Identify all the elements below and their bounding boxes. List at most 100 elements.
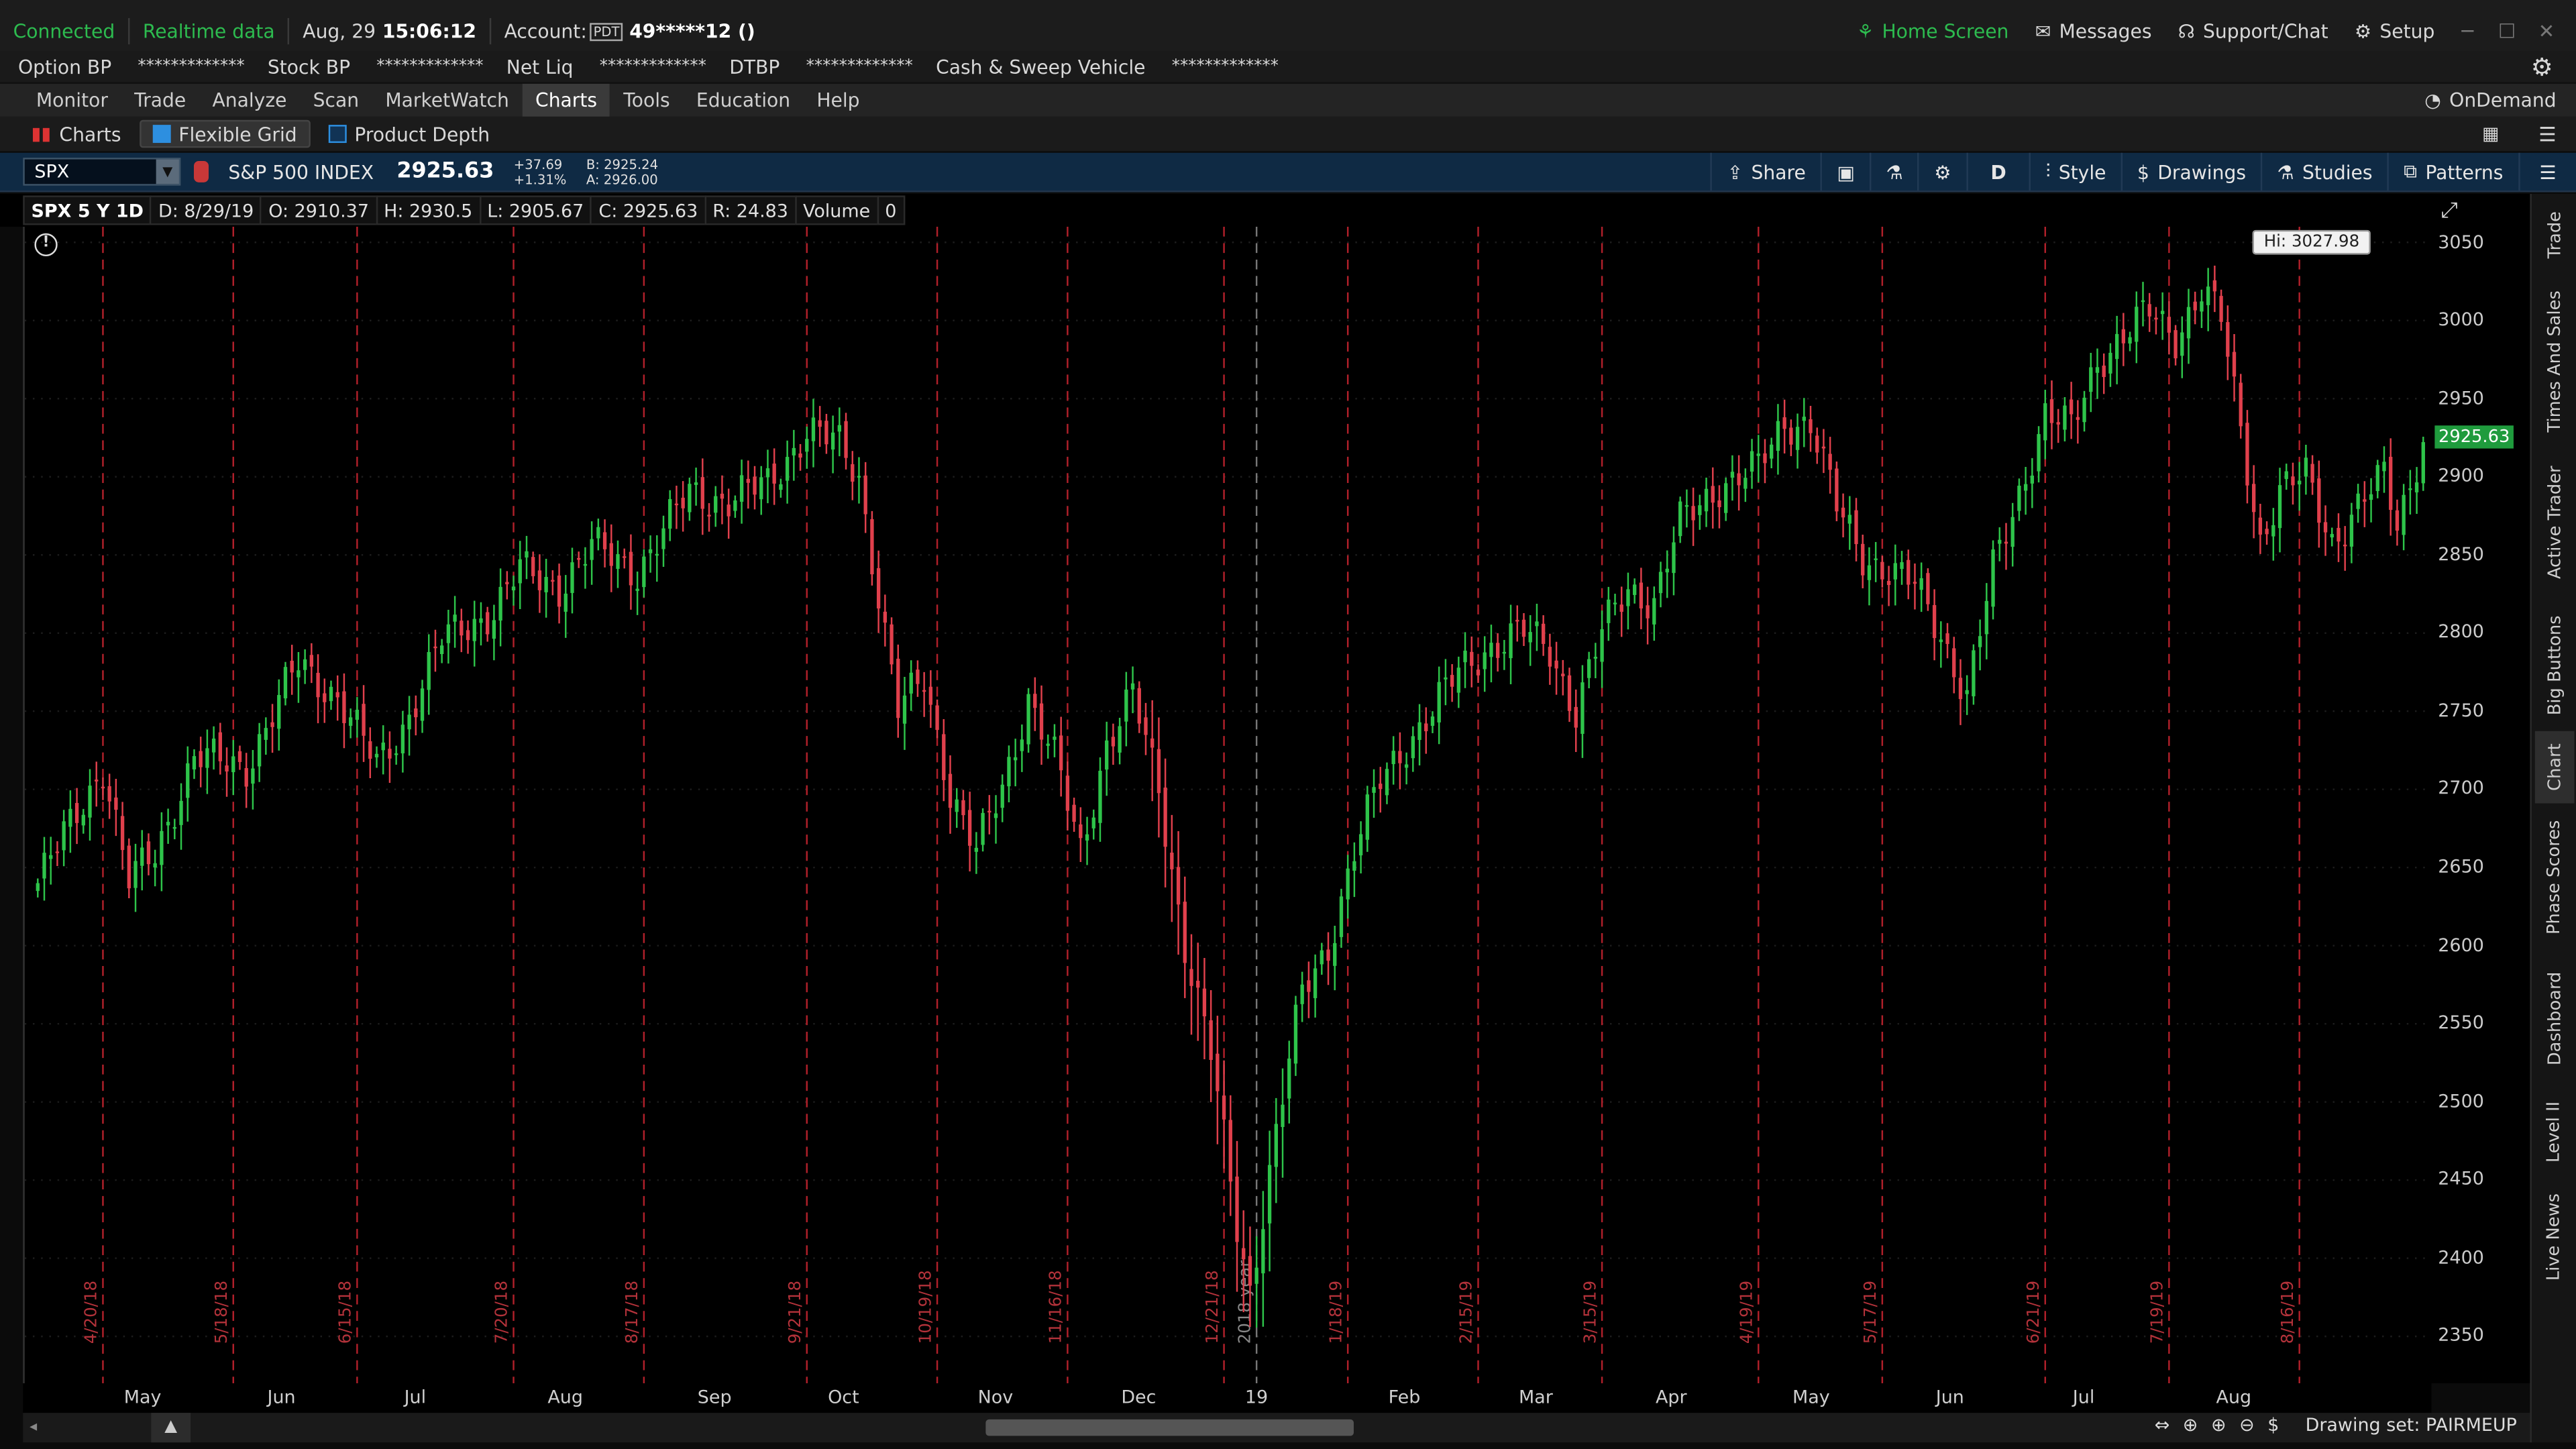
candle-body [1521, 619, 1526, 637]
minimize-button[interactable]: ─ [2448, 19, 2487, 42]
share-button[interactable]: ⇪ Share [1711, 152, 1821, 191]
subtab-charts[interactable]: ▮▮ Charts [19, 120, 132, 148]
rail-tab-chart[interactable]: Chart [2534, 731, 2575, 804]
settings-gear-icon[interactable]: ⚙ [2531, 52, 2553, 81]
tab-marketwatch[interactable]: MarketWatch [372, 84, 523, 117]
candle-body [1274, 1124, 1278, 1167]
maximize-button[interactable]: ☐ [2487, 19, 2527, 42]
candle-body [1861, 543, 1865, 576]
rail-tab-active-trader[interactable]: Active Trader [2535, 447, 2575, 598]
candle-body [1528, 632, 1532, 643]
candle-body [1098, 771, 1102, 823]
candle-body [2135, 307, 2139, 342]
candlestick-plot[interactable]: 4/20/18 5/18/18 6/15/18 7/20/18 8/17/18 9/21/… [24, 226, 2433, 1384]
tab-charts[interactable]: Charts [522, 83, 610, 117]
drawing-set-icon[interactable]: $ [2267, 1415, 2279, 1436]
price-axis[interactable]: 3050 3000 2950 2900 2850 2800 2750 2700 2650 2600… [2431, 226, 2530, 1384]
candle-body [1900, 562, 1904, 570]
net-liq-label[interactable]: Net Liq [506, 55, 600, 78]
candle-body [2330, 534, 2334, 538]
month-tick-label: Jun [267, 1386, 296, 1408]
expiry-marker-label: 1/18/19 [1326, 1281, 1345, 1344]
candle-body [577, 557, 581, 560]
candle-body [2108, 352, 2112, 374]
ask-value: A: 2926.00 [586, 171, 658, 186]
patterns-button[interactable]: ⧉ Patterns [2387, 152, 2518, 191]
candle-body [355, 710, 360, 720]
flask-button[interactable]: ⚗ [1870, 152, 1918, 191]
price-tick-label: 2800 [2438, 621, 2484, 643]
symbol-input[interactable]: SPX ▼ [23, 158, 181, 186]
tab-scan[interactable]: Scan [300, 84, 372, 117]
close-button[interactable]: ✕ [2527, 19, 2567, 42]
candle-body [1039, 703, 1044, 740]
candle-body [492, 620, 496, 639]
chart-menu-button[interactable]: ☰ [2518, 152, 2576, 191]
info-icon[interactable]: ! [34, 233, 58, 257]
subtab-flexible-grid[interactable]: Flexible Grid [139, 119, 311, 148]
snapshot-button[interactable]: ▣ [1820, 152, 1870, 191]
candle-body [590, 539, 594, 560]
candle-body [1483, 652, 1487, 669]
candle-body [935, 705, 939, 731]
rail-tab-big-buttons[interactable]: Big Buttons [2535, 600, 2575, 731]
zoom-out-icon[interactable]: ⊖ [2239, 1415, 2255, 1436]
time-axis[interactable]: May Jun Jul Aug Sep Oct Nov Dec 19 Feb Mar Apr May Ju… [23, 1383, 2432, 1413]
messages-button[interactable]: ✉ Messages [2022, 19, 2165, 42]
candle-body [746, 478, 750, 483]
aggregation-button[interactable]: D [1966, 152, 2029, 191]
option-bp-label[interactable]: Option BP [0, 55, 138, 78]
tab-trade[interactable]: Trade [121, 84, 199, 117]
tab-tools[interactable]: Tools [610, 84, 684, 117]
chart-settings-button[interactable]: ⚙ [1917, 152, 1966, 191]
crosshair-icon[interactable]: ⊕ [2183, 1415, 2198, 1436]
data-mode[interactable]: Realtime data [129, 19, 288, 42]
studies-button[interactable]: ⚗ Studies [2261, 152, 2387, 191]
candle-body [1013, 757, 1018, 761]
tab-help[interactable]: Help [804, 84, 873, 117]
chevron-down-icon[interactable]: ▼ [156, 159, 179, 184]
chart-expand-icon[interactable]: ⤢ [2440, 198, 2457, 223]
layout-grid-icon[interactable]: ▦ [2482, 123, 2499, 145]
tab-monitor[interactable]: Monitor [23, 84, 121, 117]
scrollbar-thumb[interactable] [985, 1419, 1354, 1436]
scroll-left-icon[interactable]: ◂ [30, 1419, 37, 1436]
menu-icon[interactable]: ☰ [2538, 122, 2556, 145]
drawing-set-label[interactable]: Drawing set: PAIRMEUP [2306, 1415, 2517, 1436]
pan-icon[interactable]: ⇔ [2155, 1415, 2170, 1436]
rail-tab-phase-scores[interactable]: Phase Scores [2535, 805, 2575, 950]
candle-body [49, 855, 53, 859]
candle-body [368, 741, 372, 759]
rail-tab-live-news[interactable]: Live News [2535, 1183, 2575, 1291]
zoom-in-icon[interactable]: ⊕ [2211, 1415, 2226, 1436]
candle-body [257, 734, 262, 767]
time-scrollbar[interactable] [985, 1419, 1354, 1436]
tab-analyze[interactable]: Analyze [199, 84, 300, 117]
setup-button[interactable]: ⚙ Setup [2341, 19, 2448, 42]
subtab-product-depth[interactable]: Product Depth [317, 120, 501, 148]
candle-body [1007, 757, 1011, 787]
ondemand-button[interactable]: ◔ OnDemand [2424, 89, 2556, 111]
option-bp-value: ************* [138, 57, 245, 76]
candle-body [1222, 1095, 1226, 1120]
candle-body [851, 464, 855, 482]
candle-body [1854, 510, 1858, 545]
expand-panel-button[interactable]: ▲ [151, 1413, 191, 1443]
rail-tab-label: Active Trader [2544, 466, 2565, 580]
rail-tab-dashboard[interactable]: Dashboard [2535, 953, 2575, 1084]
home-screen-button[interactable]: ⚘ Home Screen [1843, 19, 2022, 42]
account-selector[interactable]: 49*****12 () [629, 19, 755, 42]
rail-tab-level-ii[interactable]: Level II [2535, 1084, 2575, 1179]
alert-icon[interactable] [193, 161, 209, 182]
month-tick-label: Jul [2072, 1386, 2095, 1408]
support-chat-button[interactable]: ☊ Support/Chat [2165, 19, 2341, 42]
rail-tab-trade[interactable]: Trade [2535, 197, 2575, 273]
rail-tab-label: Trade [2544, 211, 2565, 259]
tab-education[interactable]: Education [683, 84, 803, 117]
drawings-button[interactable]: $ Drawings [2121, 152, 2261, 191]
candle-body [420, 688, 425, 721]
price-chart[interactable]: 4/20/18 5/18/18 6/15/18 7/20/18 8/17/18 9/21/… [23, 226, 2433, 1384]
candle-body [1130, 683, 1135, 690]
rail-tab-times-and-sales[interactable]: Times And Sales [2535, 279, 2575, 443]
style-button[interactable]: ⫶ Style [2029, 152, 2121, 191]
